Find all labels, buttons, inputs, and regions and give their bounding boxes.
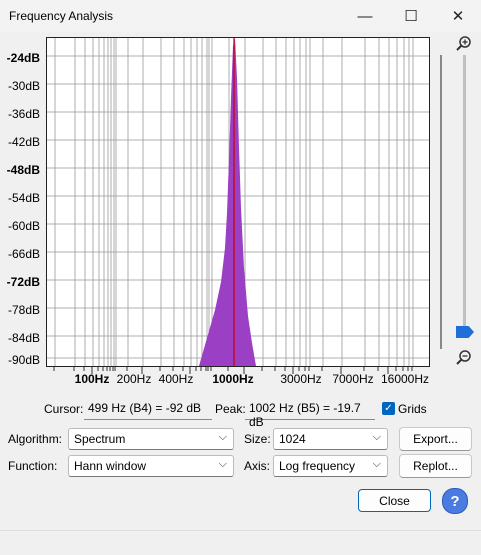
window-title: Frequency Analysis <box>9 9 114 23</box>
y-axis-labels: -24dB -30dB -36dB -42dB -48dB -54dB -60dB -66dB… <box>0 37 40 367</box>
replot-button[interactable]: Replot... <box>399 454 472 478</box>
y-axis-label: -30dB <box>7 79 40 93</box>
algorithm-value: Spectrum <box>74 432 126 446</box>
y-axis-label: -90dB <box>7 353 40 367</box>
status-bar <box>0 530 481 555</box>
y-axis-label: -60dB <box>7 219 40 233</box>
minimize-button[interactable]: — <box>342 0 388 32</box>
zoom-out-icon[interactable] <box>455 349 473 370</box>
chevron-down-icon: ⌵ <box>218 458 227 470</box>
peak-label: Peak: <box>215 402 246 416</box>
close-window-button[interactable]: ✕ <box>435 0 481 32</box>
x-axis-label: 400Hz <box>158 372 194 386</box>
grids-checkbox[interactable]: ✓ <box>382 402 395 415</box>
plot-vertical-scrollbar[interactable] <box>440 55 442 349</box>
y-axis-label: -24dB <box>6 51 40 65</box>
zoom-in-icon[interactable] <box>455 35 473 56</box>
spectrum-plot[interactable] <box>46 37 430 367</box>
y-axis-label: -66dB <box>7 247 40 261</box>
x-axis-label: 200Hz <box>116 372 152 386</box>
x-axis-label: 7000Hz <box>332 372 374 386</box>
y-axis-label: -48dB <box>6 163 40 177</box>
x-axis-label: 1000Hz <box>212 372 254 386</box>
algorithm-select[interactable]: Spectrum ⌵ <box>68 428 234 450</box>
size-select[interactable]: 1024 ⌵ <box>273 428 388 450</box>
zoom-slider-track[interactable] <box>463 55 466 327</box>
axis-label: Axis: <box>244 459 271 473</box>
chevron-down-icon: ⌵ <box>372 458 381 470</box>
function-label: Function: <box>8 459 58 473</box>
close-button[interactable]: Close <box>358 489 431 512</box>
cursor-value-field: 499 Hz (B4) = -92 dB <box>84 398 212 420</box>
export-button[interactable]: Export... <box>399 427 472 451</box>
spectrum-graph <box>47 38 429 366</box>
y-axis-label: -78dB <box>7 303 40 317</box>
function-select[interactable]: Hann window ⌵ <box>68 455 234 477</box>
y-axis-label: -36dB <box>7 107 40 121</box>
y-axis-label: -54dB <box>7 191 40 205</box>
x-axis-label: 100Hz <box>74 372 110 386</box>
x-axis-label: 3000Hz <box>280 372 322 386</box>
axis-value: Log frequency <box>279 459 356 473</box>
grids-label: Grids <box>398 402 427 416</box>
axis-select[interactable]: Log frequency ⌵ <box>273 455 388 477</box>
size-value: 1024 <box>279 432 306 446</box>
zoom-slider-thumb[interactable] <box>456 326 474 338</box>
y-axis-label: -72dB <box>6 275 40 289</box>
help-icon[interactable]: ? <box>442 488 468 514</box>
y-axis-label: -42dB <box>7 135 40 149</box>
function-value: Hann window <box>74 459 147 473</box>
algorithm-label: Algorithm: <box>8 432 63 446</box>
maximize-button[interactable]: ☐ <box>388 0 434 32</box>
size-label: Size: <box>244 432 271 446</box>
peak-value-field: 1002 Hz (B5) = -19.7 dB <box>245 398 375 429</box>
spectrum-area <box>199 38 256 366</box>
chevron-down-icon: ⌵ <box>218 431 227 443</box>
cursor-label: Cursor: <box>44 402 84 416</box>
y-axis-label: -84dB <box>7 331 40 345</box>
chevron-down-icon: ⌵ <box>372 431 381 443</box>
x-axis-label: 16000Hz <box>380 372 430 386</box>
